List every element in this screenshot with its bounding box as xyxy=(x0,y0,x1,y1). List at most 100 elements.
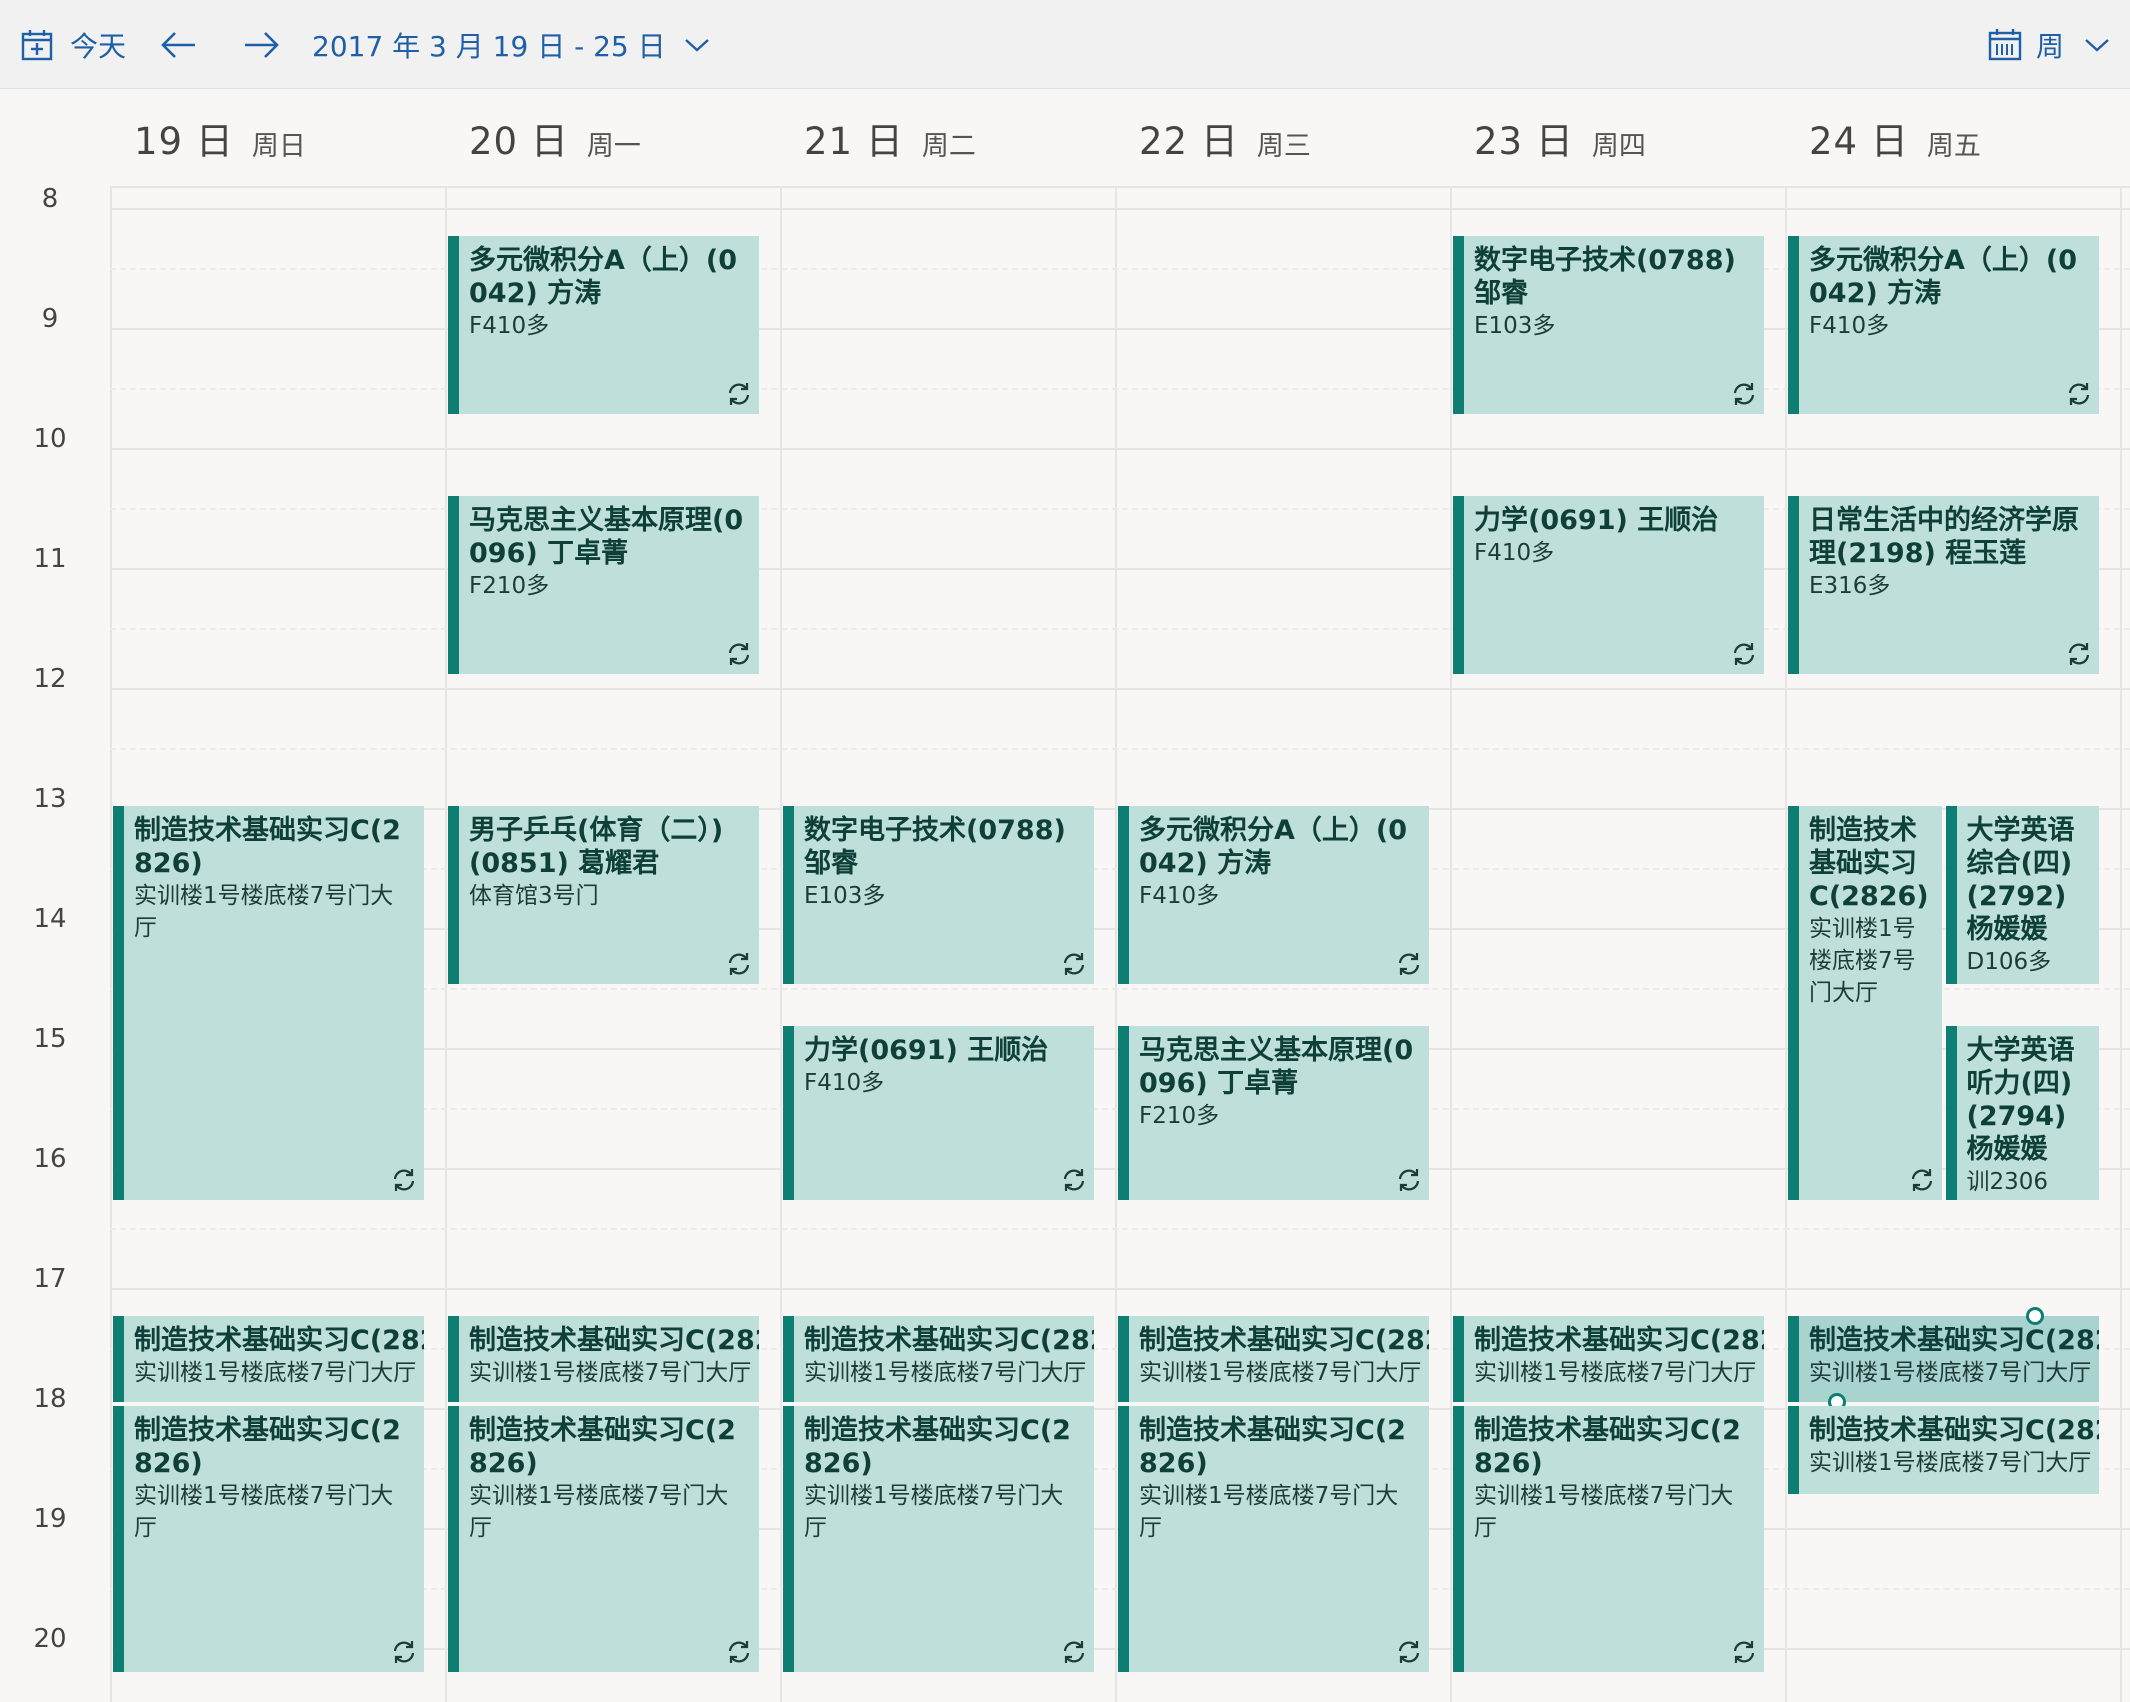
event-title: 马克思主义基本原理(0096) 丁卓菁 xyxy=(1139,1034,1414,1099)
calendar-event[interactable]: 制造技术基础实习C(2826) 实训楼1号楼底楼7号门大厅 xyxy=(448,1316,759,1402)
day-header-2[interactable]: 21 日周二 xyxy=(782,89,1117,186)
event-location: 实训楼1号楼底楼7号门大厅 xyxy=(469,1483,729,1541)
day-weekday: 周二 xyxy=(921,131,976,162)
half-hour-gridline xyxy=(110,748,2130,750)
calendar-event[interactable]: 马克思主义基本原理(0096) 丁卓菁 F210多 xyxy=(448,496,759,675)
calendar-event[interactable]: 多元微积分A（上）(0042) 方涛 F410多 xyxy=(1118,806,1429,984)
event-location: 实训楼1号楼底楼7号门大厅 xyxy=(1809,1360,2092,1386)
hour-gridline xyxy=(110,688,2130,690)
day-column-divider xyxy=(2120,89,2122,1702)
event-location: 实训楼1号楼底楼7号门大厅 xyxy=(1139,1483,1399,1541)
day-header-1[interactable]: 20 日周一 xyxy=(447,89,782,186)
recurring-icon xyxy=(1730,640,1758,668)
recurring-icon xyxy=(390,1638,418,1666)
event-title: 数字电子技术(0788) 邹睿 xyxy=(804,815,1066,879)
recurring-icon xyxy=(2065,640,2093,668)
calendar-event[interactable]: 制造技术基础实习C(2826)实训楼1号楼底楼7号门大厅 xyxy=(113,1406,424,1672)
recurring-icon xyxy=(1395,1166,1423,1194)
calendar-event[interactable]: 多元微积分A（上）(0042) 方涛 F410多 xyxy=(448,236,759,414)
event-title: 制造技术基础实习C(2826) xyxy=(1139,1415,1406,1479)
event-location: 实训楼1号楼底楼7号门大厅 xyxy=(804,1360,1087,1386)
event-location: E103多 xyxy=(1474,313,1556,339)
hour-label: 12 xyxy=(33,664,67,694)
hour-gridline xyxy=(110,448,2130,450)
event-location: F410多 xyxy=(469,313,550,339)
day-number: 23 日 xyxy=(1474,119,1574,163)
event-location: F410多 xyxy=(1139,883,1220,909)
hour-label: 8 xyxy=(41,184,59,214)
event-title: 马克思主义基本原理(0096) 丁卓菁 xyxy=(469,505,744,570)
calendar-event[interactable]: 制造技术基础实习C(2826)实训楼1号楼底楼7号门大厅 xyxy=(1788,806,1942,1200)
event-title: 制造技术基础实习C(2826) xyxy=(134,1325,424,1356)
calendar-event[interactable]: 数字电子技术(0788) 邹睿 E103多 xyxy=(1453,236,1764,414)
recurring-icon xyxy=(390,1166,418,1194)
event-location: 实训楼1号楼底楼7号门大厅 xyxy=(1139,1360,1422,1386)
calendar-event[interactable]: 制造技术基础实习C(2826)实训楼1号楼底楼7号门大厅 xyxy=(1118,1406,1429,1672)
recurring-icon xyxy=(1908,1166,1936,1194)
day-column-divider xyxy=(445,89,447,1702)
hour-label: 9 xyxy=(41,304,59,334)
calendar-event[interactable]: 制造技术基础实习C(2826)实训楼1号楼底楼7号门大厅 xyxy=(783,1406,1094,1672)
day-header-0[interactable]: 19 日周日 xyxy=(112,89,447,186)
event-location: 实训楼1号楼底楼7号门大厅 xyxy=(134,883,394,941)
calendar-event[interactable]: 多元微积分A（上）(0042) 方涛 F410多 xyxy=(1788,236,2099,414)
day-number: 21 日 xyxy=(804,119,904,163)
calendar-event[interactable]: 日常生活中的经济学原理(2198) 程玉莲 E316多 xyxy=(1788,496,2099,675)
event-location: F410多 xyxy=(804,1069,885,1096)
recurring-icon xyxy=(1060,1638,1088,1666)
day-column-divider xyxy=(1450,89,1452,1702)
calendar-event[interactable]: 力学(0691) 王顺治 F410多 xyxy=(783,1025,1094,1200)
calendar-event[interactable]: 制造技术基础实习C(2826)实训楼1号楼底楼7号门大厅 xyxy=(113,806,424,1200)
event-location: 实训楼1号楼底楼7号门大厅 xyxy=(1809,1450,2092,1476)
resize-handle-top[interactable] xyxy=(2026,1307,2044,1325)
event-title: 制造技术基础实习C(2826) xyxy=(469,1325,759,1356)
calendar-event[interactable]: 制造技术基础实习C(2826)实训楼1号楼底楼7号门大厅 xyxy=(1453,1316,1764,1402)
hour-gridline xyxy=(110,1288,2130,1290)
event-location: F410多 xyxy=(1809,313,1890,339)
event-location: D106多 xyxy=(1966,949,2052,975)
calendar-event[interactable]: 制造技术基础实习C(2826)实训楼1号楼底楼7号门大厅 xyxy=(448,1406,759,1672)
event-title: 大学英语综合(四)(2792) 杨媛媛 xyxy=(1966,815,2075,945)
calendar-event[interactable]: 大学英语听力(四)(2794) 杨媛媛 训2306 xyxy=(1945,1025,2099,1200)
event-location: 实训楼1号楼底楼7号门大厅 xyxy=(469,1360,752,1386)
event-title: 制造技术基础实习C(2826) xyxy=(134,1415,401,1479)
calendar-event[interactable]: 力学(0691) 王顺治 F410多 xyxy=(1453,496,1764,675)
recurring-icon xyxy=(1060,950,1088,978)
calendar-event[interactable]: 马克思主义基本原理(0096) 丁卓菁 F210多 xyxy=(1118,1025,1429,1200)
hour-label: 14 xyxy=(33,904,67,934)
calendar-event[interactable]: 男子乒乓(体育（二）)(0851) 葛耀君 体育馆3号门 xyxy=(448,806,759,984)
calendar-event[interactable]: 制造技术基础实习C(2826)实训楼1号楼底楼7号门大厅 xyxy=(783,1316,1094,1402)
calendar-event[interactable]: 制造技术基础实习C(2826)实训楼1号楼底楼7号门大厅 xyxy=(113,1316,424,1402)
day-column-divider xyxy=(780,89,782,1702)
day-header-4[interactable]: 23 日周四 xyxy=(1452,89,1787,186)
day-number: 20 日 xyxy=(469,119,569,163)
calendar-event[interactable]: 大学英语综合(四)(2792) 杨媛媛 D106多 xyxy=(1945,806,2099,984)
hour-label: 18 xyxy=(33,1384,67,1414)
day-header-3[interactable]: 22 日周三 xyxy=(1117,89,1452,186)
recurring-icon xyxy=(725,380,753,408)
hour-label: 19 xyxy=(33,1504,67,1534)
event-location: 体育馆3号门 xyxy=(469,883,599,909)
recurring-icon xyxy=(1395,1638,1423,1666)
day-column-divider xyxy=(110,89,112,1702)
event-location: 实训楼1号楼底楼7号门大厅 xyxy=(1474,1483,1734,1541)
event-title: 制造技术基础实习C(2826) xyxy=(1474,1325,1764,1356)
hour-label: 17 xyxy=(33,1264,67,1294)
calendar-event[interactable]: 数字电子技术(0788) 邹睿 E103多 xyxy=(783,806,1094,984)
day-header-5[interactable]: 24 日周五 xyxy=(1787,89,2122,186)
calendar-event[interactable]: 制造技术基础实习C(2826)实训楼1号楼底楼7号门大厅 xyxy=(1788,1406,2099,1494)
header-divider xyxy=(110,186,2130,188)
calendar-event[interactable]: 制造技术基础实习C(2826)实训楼1号楼底楼7号门大厅 xyxy=(1453,1406,1764,1672)
recurring-icon xyxy=(725,1638,753,1666)
day-weekday: 周日 xyxy=(251,131,306,162)
event-location: F410多 xyxy=(1474,540,1555,567)
event-title: 制造技术基础实习C(2826) xyxy=(469,1415,736,1479)
calendar-event[interactable]: 制造技术基础实习C(2826)实训楼1号楼底楼7号门大厅 xyxy=(1788,1316,2099,1402)
calendar-event[interactable]: 制造技术基础实习C(2826)实训楼1号楼底楼7号门大厅 xyxy=(1118,1316,1429,1402)
event-location: E103多 xyxy=(804,883,886,909)
day-weekday: 周四 xyxy=(1591,131,1646,162)
event-title: 多元微积分A（上）(0042) 方涛 xyxy=(1809,245,2078,309)
event-location: 训2306 xyxy=(1966,1168,2049,1195)
event-title: 多元微积分A（上）(0042) 方涛 xyxy=(469,245,738,309)
event-location: F210多 xyxy=(469,573,550,600)
